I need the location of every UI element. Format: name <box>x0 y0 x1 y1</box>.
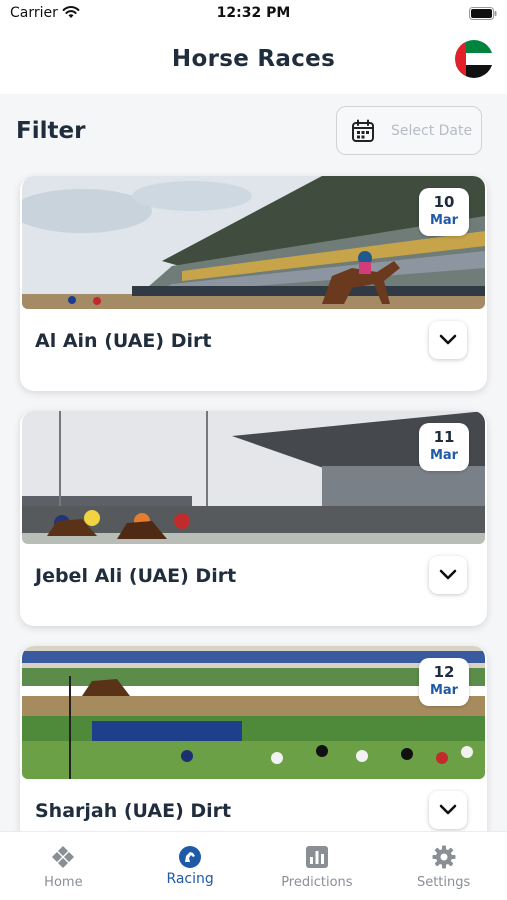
race-card[interactable]: 11 Mar Jebel Ali (UAE) Dirt <box>20 411 487 626</box>
expand-race-button[interactable] <box>429 556 467 594</box>
page-title: Horse Races <box>171 46 336 72</box>
race-day: 12 <box>433 663 455 681</box>
race-card[interactable]: 12 Mar Sharjah (UAE) Dirt <box>20 646 487 831</box>
calendar-icon <box>352 119 374 142</box>
clock-label: 12:32 PM <box>216 5 291 21</box>
status-bar: Carrier 12:32 PM <box>0 0 507 30</box>
tab-home[interactable]: Home <box>0 832 127 900</box>
chevron-down-icon <box>439 569 457 580</box>
select-date-label: Select Date <box>391 122 473 139</box>
tab-predictions[interactable]: Predictions <box>254 832 381 900</box>
tab-label: Racing <box>166 871 214 887</box>
race-photo-grandstand <box>22 411 485 544</box>
select-date-button[interactable]: Select Date <box>336 106 482 155</box>
race-day: 11 <box>433 428 455 446</box>
chevron-down-icon <box>439 804 457 815</box>
race-day: 10 <box>433 193 455 211</box>
race-photo-grandstand <box>22 176 485 309</box>
chevron-down-icon <box>439 334 457 345</box>
race-list[interactable]: Filter Select Date 10 Mar Al Ain (UAE) D… <box>0 94 507 831</box>
tab-bar: Home Racing Predictions Settings <box>0 831 507 900</box>
tab-label: Predictions <box>281 875 353 890</box>
race-date-badge: 10 Mar <box>419 188 469 236</box>
uae-flag-icon[interactable] <box>455 40 493 78</box>
race-name: Sharjah (UAE) Dirt <box>35 800 232 822</box>
race-card[interactable]: 10 Mar Al Ain (UAE) Dirt <box>20 176 487 391</box>
tab-label: Home <box>44 875 83 890</box>
filter-heading: Filter <box>16 118 86 144</box>
race-month: Mar <box>429 213 459 228</box>
battery-icon <box>469 7 497 20</box>
tab-settings[interactable]: Settings <box>380 832 507 900</box>
race-name: Jebel Ali (UAE) Dirt <box>35 565 237 587</box>
expand-race-button[interactable] <box>429 791 467 829</box>
expand-race-button[interactable] <box>429 321 467 359</box>
race-month: Mar <box>429 683 459 698</box>
home-icon <box>52 846 75 868</box>
race-month: Mar <box>429 448 459 463</box>
racing-icon <box>179 846 202 868</box>
predictions-icon <box>305 846 328 868</box>
tab-label: Settings <box>416 875 471 890</box>
race-name: Al Ain (UAE) Dirt <box>35 330 212 352</box>
race-date-badge: 12 Mar <box>419 658 469 706</box>
race-photo-paddock <box>22 646 485 779</box>
tab-racing[interactable]: Racing <box>127 832 254 900</box>
settings-icon <box>432 845 456 869</box>
app-header: Horse Races <box>0 30 507 94</box>
race-date-badge: 11 Mar <box>419 423 469 471</box>
